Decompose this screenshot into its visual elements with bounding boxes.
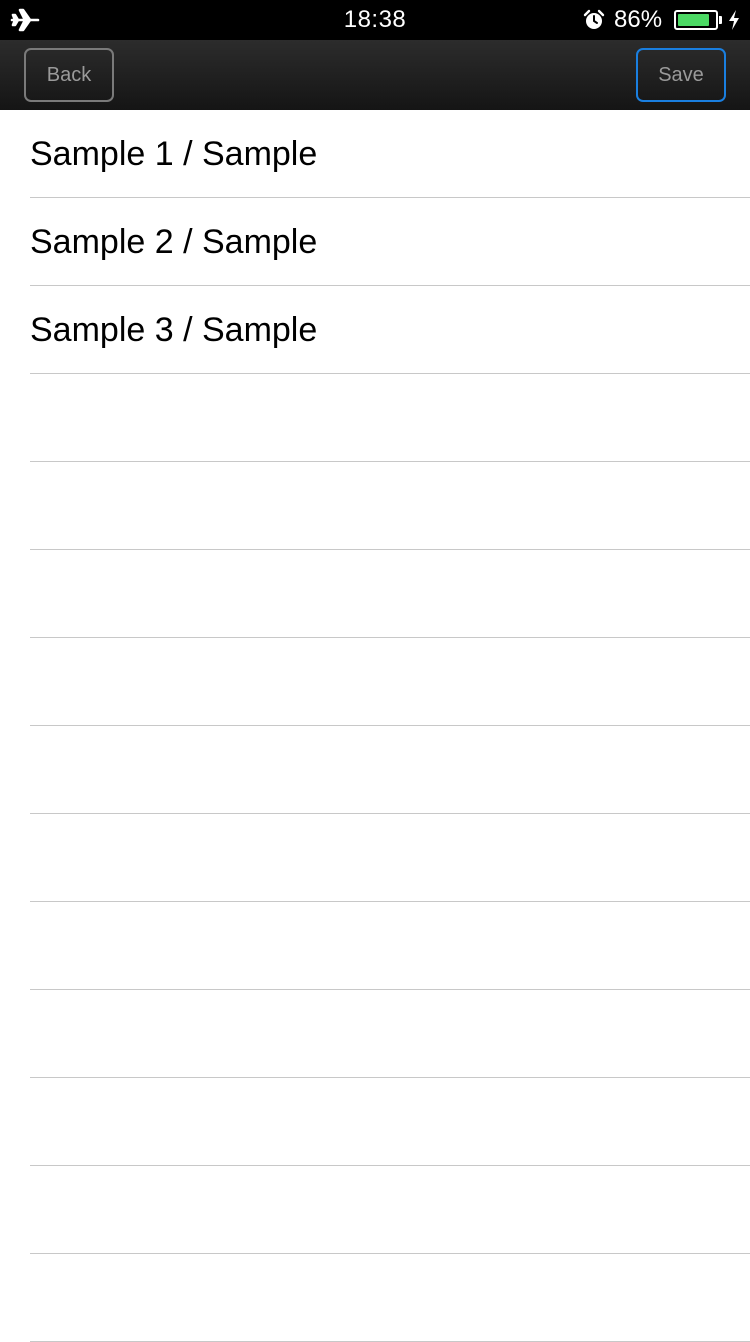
list-item[interactable]: Sample 2 / Sample xyxy=(30,198,750,286)
list-item xyxy=(30,638,750,726)
list-item xyxy=(30,814,750,902)
save-button[interactable]: Save xyxy=(636,48,726,102)
list-item xyxy=(30,374,750,462)
item-list: Sample 1 / Sample Sample 2 / Sample Samp… xyxy=(0,110,750,1342)
list-item-label: Sample 2 / Sample xyxy=(30,223,318,261)
list-item[interactable]: Sample 1 / Sample xyxy=(30,110,750,198)
list-item xyxy=(30,550,750,638)
list-item xyxy=(30,1254,750,1342)
list-item xyxy=(30,1078,750,1166)
list-item xyxy=(30,1166,750,1254)
list-item xyxy=(30,990,750,1078)
battery-percent: 86% xyxy=(614,6,663,33)
battery-icon xyxy=(674,10,718,30)
navigation-bar: Back Save xyxy=(0,40,750,110)
list-item xyxy=(30,902,750,990)
alarm-icon xyxy=(583,9,605,29)
charging-bolt-icon xyxy=(729,10,739,30)
battery-fill xyxy=(678,14,709,26)
list-item-label: Sample 1 / Sample xyxy=(30,135,318,173)
battery-tip xyxy=(719,16,722,24)
list-item[interactable]: Sample 3 / Sample xyxy=(30,286,750,374)
list-item-label: Sample 3 / Sample xyxy=(30,311,318,349)
status-bar: 18:38 86% xyxy=(0,0,750,40)
list-item xyxy=(30,462,750,550)
back-button[interactable]: Back xyxy=(24,48,114,102)
list-item xyxy=(30,726,750,814)
